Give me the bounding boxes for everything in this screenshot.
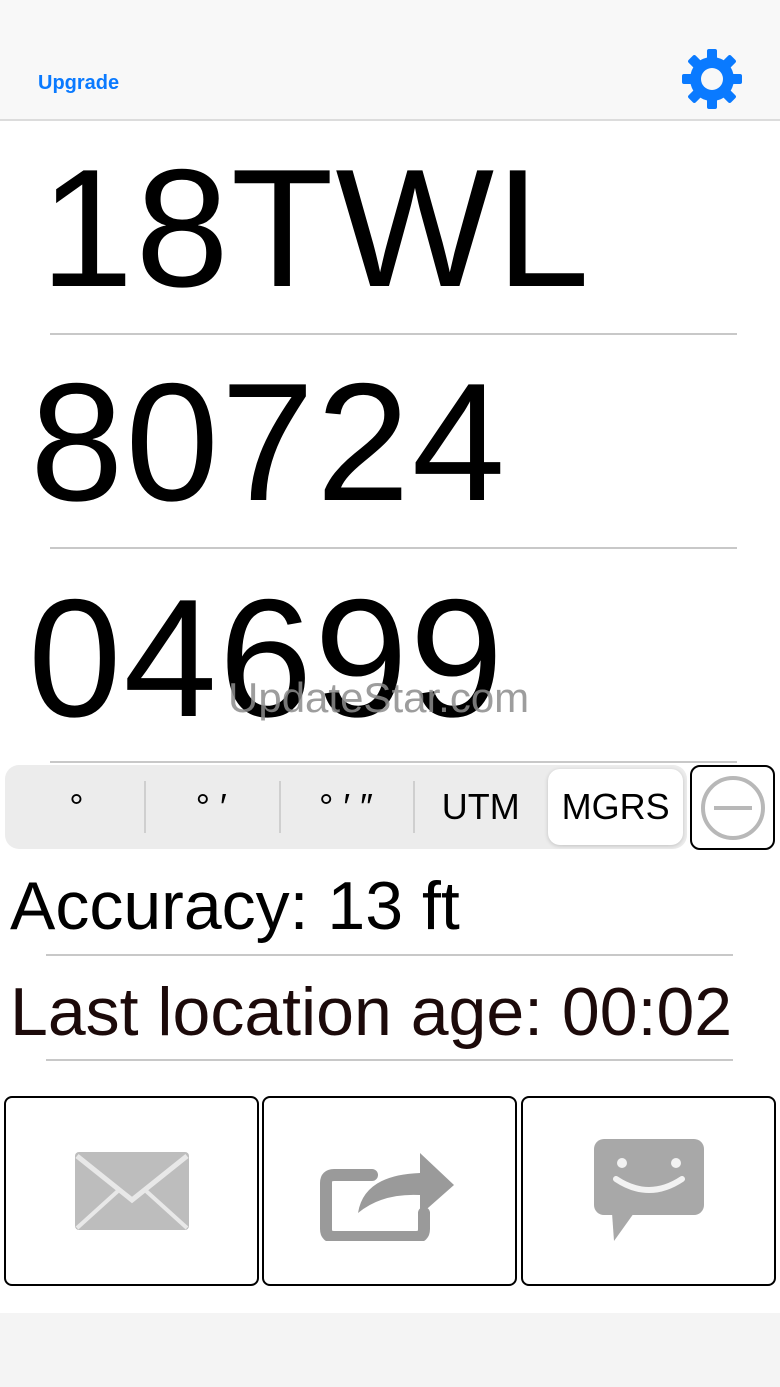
grid-zone-value: 18TWL [40,134,592,322]
message-button[interactable] [521,1096,776,1286]
bottom-bar [0,1313,780,1387]
divider [46,954,733,956]
divider [46,1059,733,1061]
divider [50,547,737,549]
format-option-mgrs[interactable]: MGRS [548,769,683,845]
accuracy-text: Accuracy: 13 ft [10,868,460,944]
divider [50,761,737,763]
action-buttons [4,1096,777,1288]
gear-icon[interactable] [680,47,744,111]
navigation-bar: Upgrade [0,0,780,121]
watermark-text: UpdateStar.com [228,674,530,721]
chat-bubble-icon [593,1139,704,1241]
location-age-text: Last location age: 00:02 [10,974,733,1050]
easting-value: 80724 [30,348,508,536]
format-option-degrees-minutes-seconds[interactable]: ° ′ ″ [278,769,414,845]
format-option-utm[interactable]: UTM [413,769,548,845]
email-button[interactable] [4,1096,259,1286]
share-icon [319,1153,454,1241]
remove-button[interactable] [690,765,775,850]
share-button[interactable] [262,1096,517,1286]
format-option-degrees[interactable]: ° [9,769,144,845]
format-option-degrees-minutes[interactable]: ° ′ [143,769,279,845]
upgrade-button[interactable]: Upgrade [38,72,119,95]
minus-circle-icon [700,775,765,840]
envelope-icon [74,1152,189,1230]
coordinate-format-selector: ° ° ′ ° ′ ″ UTM MGRS [5,765,687,849]
divider [50,333,737,335]
